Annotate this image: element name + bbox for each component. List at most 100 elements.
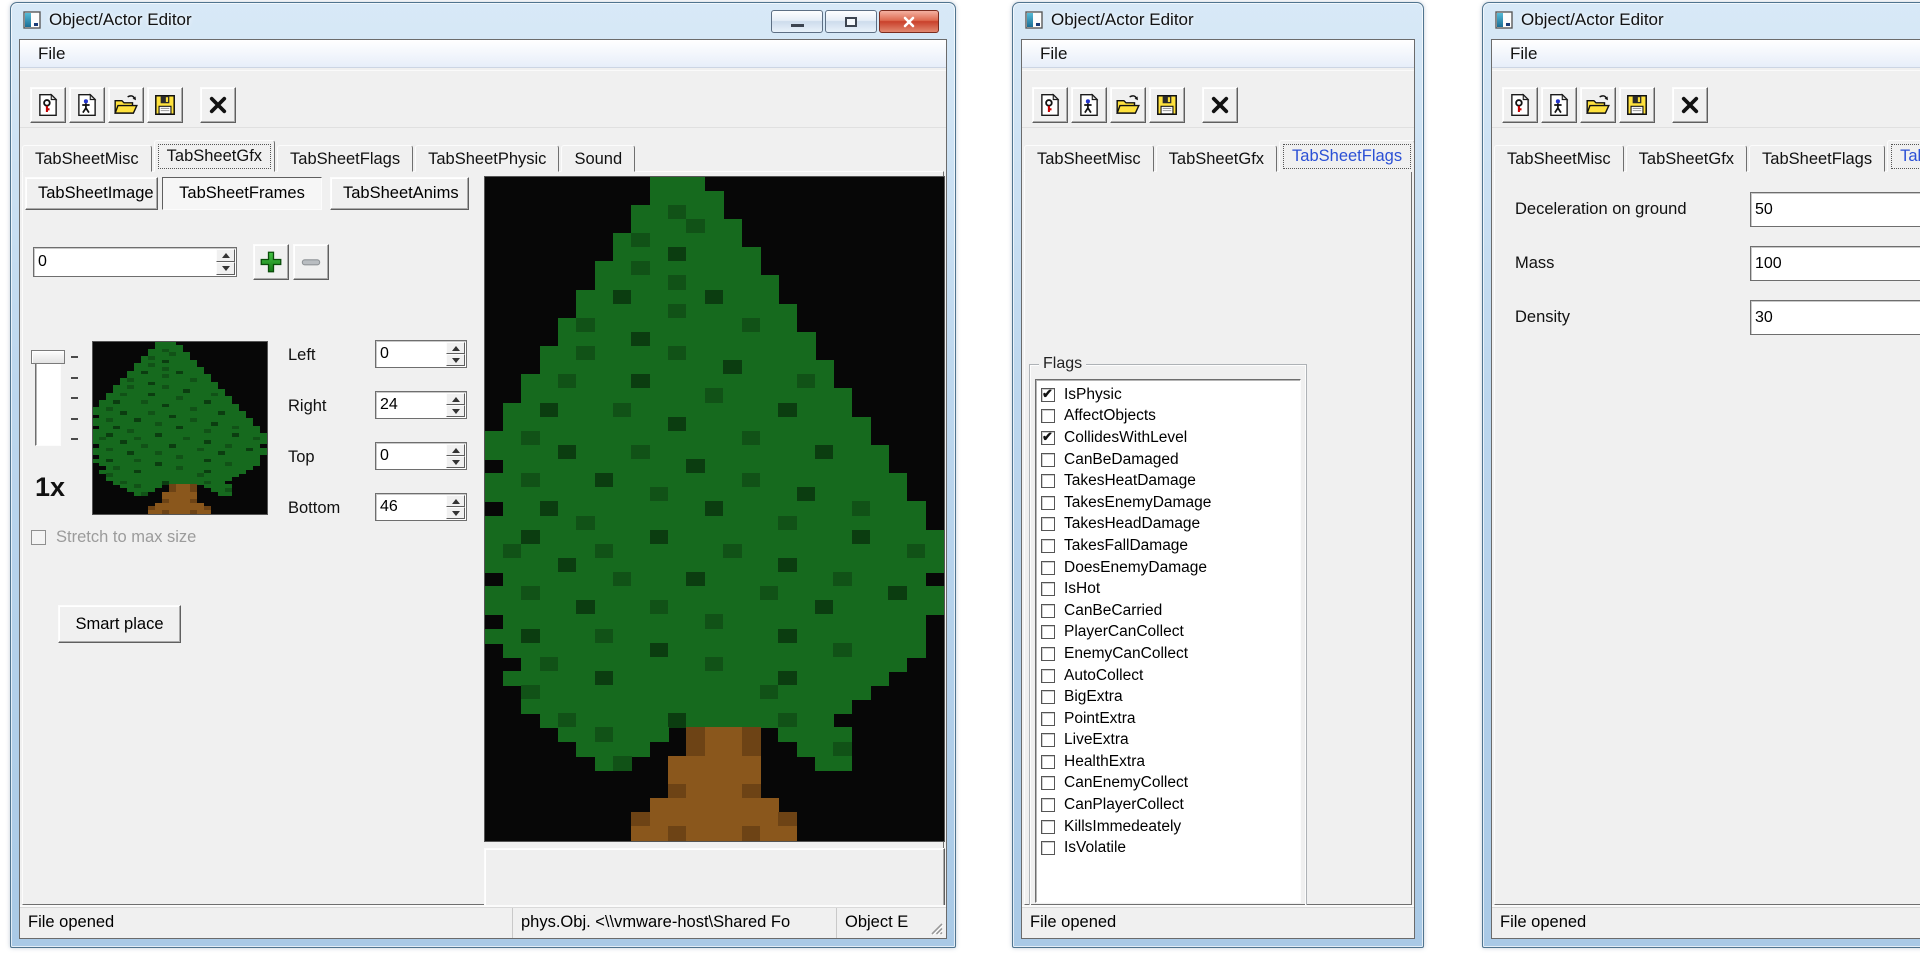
flag-checkbox[interactable] [1041, 798, 1055, 812]
subtab-image[interactable]: TabSheetImage [25, 177, 158, 210]
flags-listbox[interactable]: IsPhysic AffectObjects CollidesWithLevel [1035, 379, 1301, 903]
flag-checkbox[interactable] [1041, 582, 1055, 596]
flag-checkbox[interactable] [1041, 625, 1055, 639]
flag-item[interactable]: IsHot [1041, 578, 1300, 600]
flag-checkbox[interactable] [1041, 733, 1055, 747]
flag-item[interactable]: TakesFallDamage [1041, 535, 1300, 557]
menu-file[interactable]: File [1030, 42, 1077, 66]
frame-preview-canvas[interactable] [485, 177, 944, 841]
flag-checkbox[interactable] [1041, 755, 1055, 769]
flag-checkbox[interactable] [1041, 453, 1055, 467]
flag-item[interactable]: CanEnemyCollect [1041, 773, 1300, 795]
new-actor-button[interactable] [69, 87, 105, 123]
subtab-anims[interactable]: TabSheetAnims [330, 177, 469, 210]
tab-item[interactable]: Sound [561, 145, 635, 172]
flag-item[interactable]: LiveExtra [1041, 730, 1300, 752]
menu-file[interactable]: File [1500, 42, 1547, 66]
flag-checkbox[interactable] [1041, 776, 1055, 790]
flag-checkbox[interactable] [1041, 841, 1055, 855]
flag-checkbox[interactable] [1041, 409, 1055, 423]
flag-checkbox[interactable] [1041, 604, 1055, 618]
flag-item[interactable]: CanPlayerCollect [1041, 794, 1300, 816]
tab-item[interactable]: TabSheetMisc [1494, 145, 1624, 172]
flag-item[interactable]: TakesEnemyDamage [1041, 492, 1300, 514]
flag-item[interactable]: CollidesWithLevel [1041, 427, 1300, 449]
save-button[interactable] [1149, 87, 1185, 123]
spin-down-button[interactable] [446, 405, 465, 417]
spin-down-button[interactable] [446, 507, 465, 519]
spin-up-button[interactable] [216, 249, 235, 262]
tab-item[interactable]: TabSheetGfx [154, 140, 275, 172]
flag-item[interactable]: HealthExtra [1041, 751, 1300, 773]
flag-item[interactable]: AutoCollect [1041, 665, 1300, 687]
open-button[interactable] [108, 87, 144, 123]
tab-item[interactable]: TabSheetGfx [1156, 145, 1277, 172]
open-button[interactable] [1110, 87, 1146, 123]
add-frame-button[interactable] [253, 244, 289, 280]
minimize-button[interactable] [771, 10, 823, 33]
close-button[interactable] [879, 10, 939, 33]
flag-item[interactable]: IsPhysic [1041, 384, 1300, 406]
new-object-button[interactable] [1032, 87, 1068, 123]
field-input[interactable] [1750, 246, 1920, 281]
new-object-button[interactable] [1502, 87, 1538, 123]
flag-checkbox[interactable] [1041, 431, 1055, 445]
new-actor-button[interactable] [1541, 87, 1577, 123]
flag-checkbox[interactable] [1041, 517, 1055, 531]
flag-item[interactable]: TakesHeatDamage [1041, 470, 1300, 492]
resize-grip-icon[interactable] [928, 920, 944, 936]
titlebar[interactable]: Object/Actor Editor [1483, 3, 1920, 37]
flag-checkbox[interactable] [1041, 647, 1055, 661]
spin-up-button[interactable] [446, 444, 465, 456]
flag-item[interactable]: PlayerCanCollect [1041, 622, 1300, 644]
remove-frame-button[interactable] [293, 244, 329, 280]
flag-checkbox[interactable] [1041, 539, 1055, 553]
open-button[interactable] [1580, 87, 1616, 123]
smart-place-button[interactable]: Smart place [58, 605, 181, 643]
new-actor-button[interactable] [1071, 87, 1107, 123]
flag-checkbox[interactable] [1041, 388, 1055, 402]
tab-item[interactable]: TabSheetMisc [22, 145, 152, 172]
titlebar[interactable]: Object/Actor Editor [1013, 3, 1423, 37]
tab-item[interactable]: TabSheetPhysic [415, 145, 559, 172]
maximize-button[interactable] [825, 10, 877, 33]
flag-item[interactable]: PointExtra [1041, 708, 1300, 730]
close-file-button[interactable] [1202, 87, 1238, 123]
frame-index-input[interactable] [33, 247, 237, 277]
close-file-button[interactable] [200, 87, 236, 123]
spin-down-button[interactable] [446, 456, 465, 468]
flag-checkbox[interactable] [1041, 690, 1055, 704]
spin-down-button[interactable] [216, 262, 235, 275]
spin-up-button[interactable] [446, 495, 465, 507]
flag-item[interactable]: TakesHeadDamage [1041, 514, 1300, 536]
field-input[interactable] [1750, 300, 1920, 335]
menu-file[interactable]: File [28, 42, 75, 66]
save-button[interactable] [1619, 87, 1655, 123]
new-object-button[interactable] [30, 87, 66, 123]
flag-item[interactable]: BigExtra [1041, 686, 1300, 708]
flag-item[interactable]: CanBeDamaged [1041, 449, 1300, 471]
flag-checkbox[interactable] [1041, 820, 1055, 834]
tab-item[interactable]: TabSheetPhysic [1887, 140, 1920, 172]
tab-item[interactable]: TabSheetMisc [1024, 145, 1154, 172]
flag-item[interactable]: AffectObjects [1041, 406, 1300, 428]
field-input[interactable] [1750, 192, 1920, 227]
flag-checkbox[interactable] [1041, 474, 1055, 488]
flag-checkbox[interactable] [1041, 712, 1055, 726]
subtab-frames[interactable]: TabSheetFrames [162, 177, 322, 210]
close-file-button[interactable] [1672, 87, 1708, 123]
flag-checkbox[interactable] [1041, 669, 1055, 683]
tab-item[interactable]: TabSheetFlags [1279, 140, 1415, 172]
flag-item[interactable]: EnemyCanCollect [1041, 643, 1300, 665]
zoom-trackbar-channel[interactable] [35, 362, 61, 446]
flag-item[interactable]: CanBeCarried [1041, 600, 1300, 622]
tab-item[interactable]: TabSheetGfx [1626, 145, 1747, 172]
flag-checkbox[interactable] [1041, 496, 1055, 510]
flag-checkbox[interactable] [1041, 561, 1055, 575]
spin-up-button[interactable] [446, 393, 465, 405]
zoom-trackbar-thumb[interactable] [31, 350, 65, 364]
save-button[interactable] [147, 87, 183, 123]
tab-item[interactable]: TabSheetFlags [1749, 145, 1885, 172]
tab-item[interactable]: TabSheetFlags [277, 145, 413, 172]
spin-up-button[interactable] [446, 342, 465, 354]
